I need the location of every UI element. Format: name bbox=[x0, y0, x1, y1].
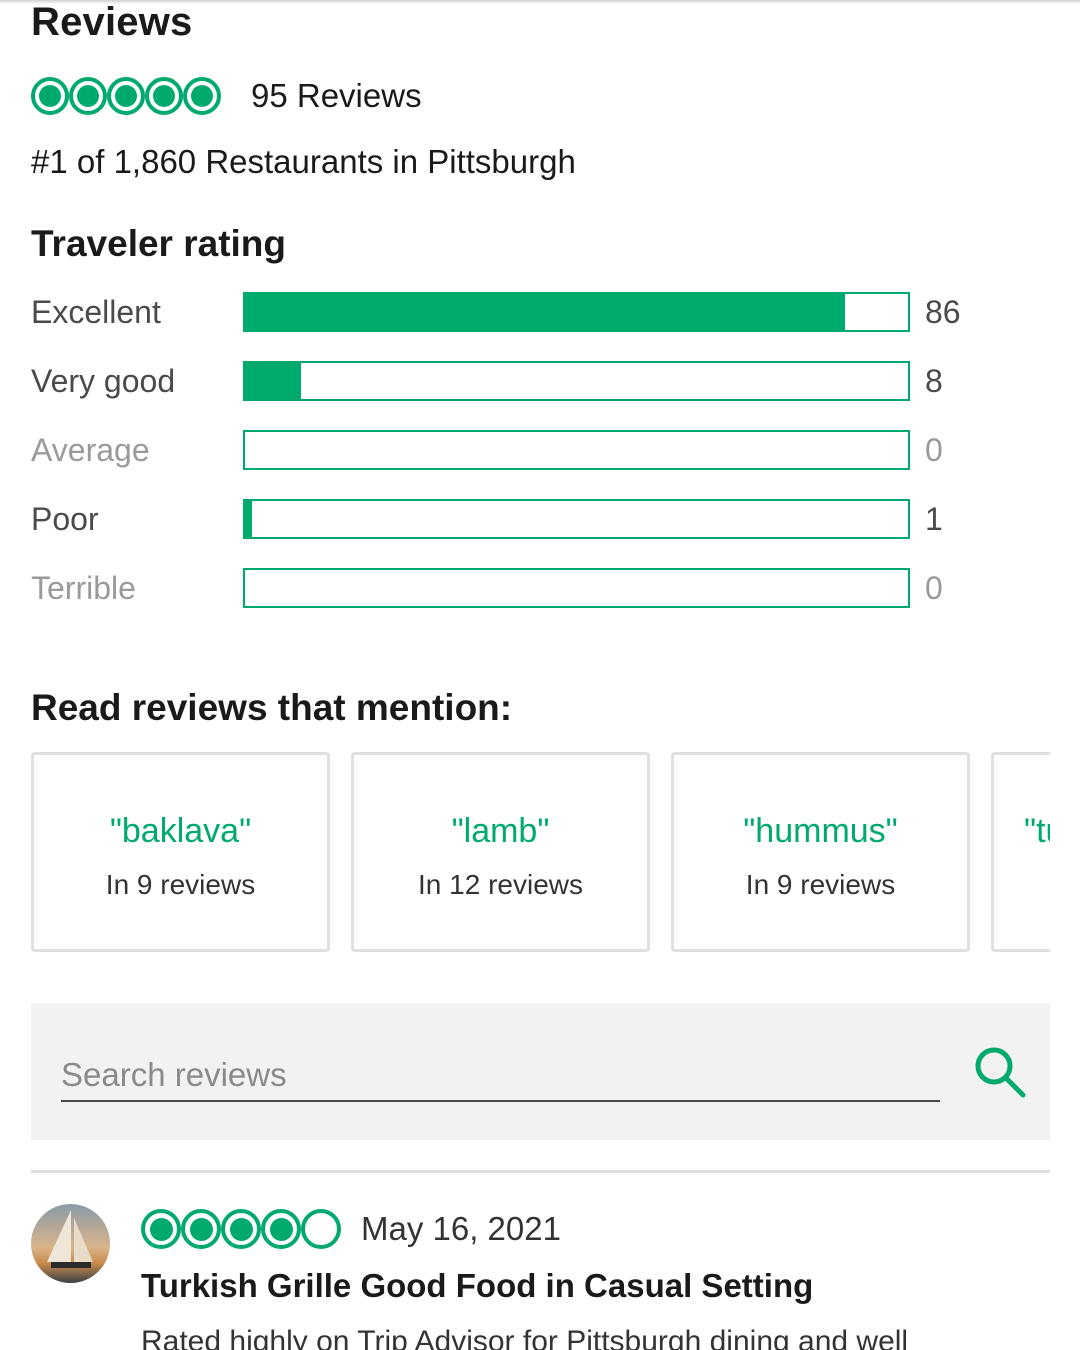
rating-bar bbox=[243, 361, 910, 401]
rating-row-excellent[interactable]: Excellent 86 bbox=[31, 290, 1031, 334]
rating-bar-fill bbox=[245, 501, 253, 537]
bubble-empty-icon bbox=[301, 1209, 341, 1249]
mention-term: "baklava" bbox=[109, 812, 252, 850]
rating-count: 8 bbox=[925, 363, 943, 399]
mention-count: In 9 reviews bbox=[105, 869, 256, 900]
rating-count: 86 bbox=[925, 294, 961, 330]
search-reviews-input[interactable] bbox=[61, 1050, 940, 1102]
rating-bar bbox=[243, 568, 910, 608]
bubble-filled-icon bbox=[261, 1209, 301, 1249]
reviews-count-link[interactable]: 95 Reviews bbox=[251, 74, 422, 118]
rating-row-average: Average 0 bbox=[31, 428, 1031, 472]
rating-label: Average bbox=[31, 432, 150, 468]
rating-label: Very good bbox=[31, 363, 176, 399]
rating-row-very-good[interactable]: Very good 8 bbox=[31, 359, 1031, 403]
bubble-filled-icon bbox=[181, 1209, 221, 1249]
bubble-filled-icon bbox=[183, 77, 221, 115]
rating-label: Poor bbox=[31, 501, 99, 537]
bubble-filled-icon bbox=[69, 77, 107, 115]
rating-label: Terrible bbox=[31, 570, 136, 606]
rating-bubbles bbox=[31, 77, 221, 115]
mention-chip-partial[interactable]: "tu bbox=[991, 752, 1050, 952]
rating-row-terrible: Terrible 0 bbox=[31, 566, 1031, 610]
bubble-filled-icon bbox=[141, 1209, 181, 1249]
mention-chip-hummus[interactable]: "hummus" In 9 reviews bbox=[671, 752, 970, 952]
rating-count: 0 bbox=[925, 432, 943, 468]
rating-count: 1 bbox=[925, 501, 943, 537]
rating-row-poor[interactable]: Poor 1 bbox=[31, 497, 1031, 541]
bubble-filled-icon bbox=[221, 1209, 261, 1249]
rating-bar-fill bbox=[245, 363, 301, 399]
mentions-heading: Read reviews that mention: bbox=[31, 687, 513, 728]
rating-count: 0 bbox=[925, 570, 943, 606]
rating-bar bbox=[243, 430, 910, 470]
rating-bar bbox=[243, 292, 910, 332]
section-divider bbox=[31, 1170, 1050, 1173]
mention-count: In 12 reviews bbox=[418, 869, 583, 900]
mention-chip-lamb[interactable]: "lamb" In 12 reviews bbox=[351, 752, 650, 952]
bubble-filled-icon bbox=[107, 77, 145, 115]
review-snippet: Rated highly on Trip Advisor for Pittsbu… bbox=[141, 1325, 909, 1350]
ranking-text: #1 of 1,860 Restaurants in Pittsburgh bbox=[31, 143, 576, 180]
mention-chip-baklava[interactable]: "baklava" In 9 reviews bbox=[31, 752, 330, 952]
bubble-filled-icon bbox=[145, 77, 183, 115]
mention-term: "hummus" bbox=[743, 812, 898, 850]
mention-count: In 9 reviews bbox=[745, 869, 896, 900]
bubble-filled-icon bbox=[31, 77, 69, 115]
review-rating-bubbles bbox=[141, 1209, 341, 1249]
rating-bar-fill bbox=[245, 294, 845, 330]
traveler-rating-heading: Traveler rating bbox=[31, 223, 287, 264]
reviewer-avatar[interactable] bbox=[31, 1204, 110, 1283]
search-icon[interactable] bbox=[973, 1045, 1027, 1099]
search-reviews-box bbox=[31, 1003, 1050, 1140]
review-date: May 16, 2021 bbox=[361, 1210, 561, 1247]
review-title[interactable]: Turkish Grille Good Food in Casual Setti… bbox=[141, 1264, 813, 1308]
mention-term: "lamb" bbox=[451, 812, 550, 850]
mention-term: "tu bbox=[1024, 812, 1050, 850]
page-title: Reviews bbox=[31, 0, 193, 44]
rating-bar bbox=[243, 499, 910, 539]
rating-label: Excellent bbox=[31, 294, 161, 330]
mention-chips: "baklava" In 9 reviews "lamb" In 12 revi… bbox=[31, 752, 1050, 952]
